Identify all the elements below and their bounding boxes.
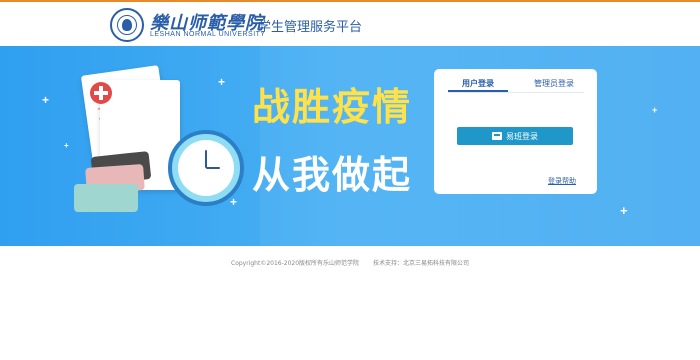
plus-decoration-icon: + [218, 75, 226, 89]
slogan-line-2: 从我做起 [252, 153, 413, 197]
tech-support-text: 技术支持：北京三易拓科技有限公司 [372, 260, 469, 267]
medical-cross-icon [90, 82, 112, 104]
school-name-en: LESHAN NORMAL UNIVERSITY [150, 31, 266, 38]
header: 樂山师範學院 LESHAN NORMAL UNIVERSITY 学生管理服务平台 [0, 2, 700, 46]
login-button-label: 易班登录 [506, 131, 538, 141]
active-tab-indicator [448, 90, 508, 92]
plus-decoration-icon: + [230, 195, 238, 209]
login-panel: 用户登录 管理员登录 易班登录 登录帮助 [434, 69, 597, 194]
plus-decoration-icon: + [652, 105, 658, 115]
login-help-link[interactable]: 登录帮助 [548, 176, 576, 186]
clock-icon [168, 130, 244, 206]
school-seal-logo [110, 8, 144, 42]
tab-divider [448, 92, 584, 93]
slogan-line-1: 战胜疫情 [252, 85, 413, 129]
footer: Copyright©2016-2020版权所有乐山师范学院 技术支持：北京三易拓… [0, 258, 700, 267]
plus-decoration-icon: + [42, 93, 50, 107]
tab-admin-login[interactable]: 管理员登录 [534, 78, 574, 89]
plus-decoration-icon: + [620, 203, 628, 218]
copyright-text: Copyright©2016-2020版权所有乐山师范学院 [231, 260, 360, 267]
yiban-login-button[interactable]: 易班登录 [457, 127, 573, 145]
platform-title: 学生管理服务平台 [258, 20, 363, 35]
plus-decoration-icon: + [64, 141, 69, 150]
yiban-icon [492, 132, 502, 140]
tab-user-login[interactable]: 用户登录 [462, 78, 494, 89]
face-mask-illustration [74, 184, 138, 212]
